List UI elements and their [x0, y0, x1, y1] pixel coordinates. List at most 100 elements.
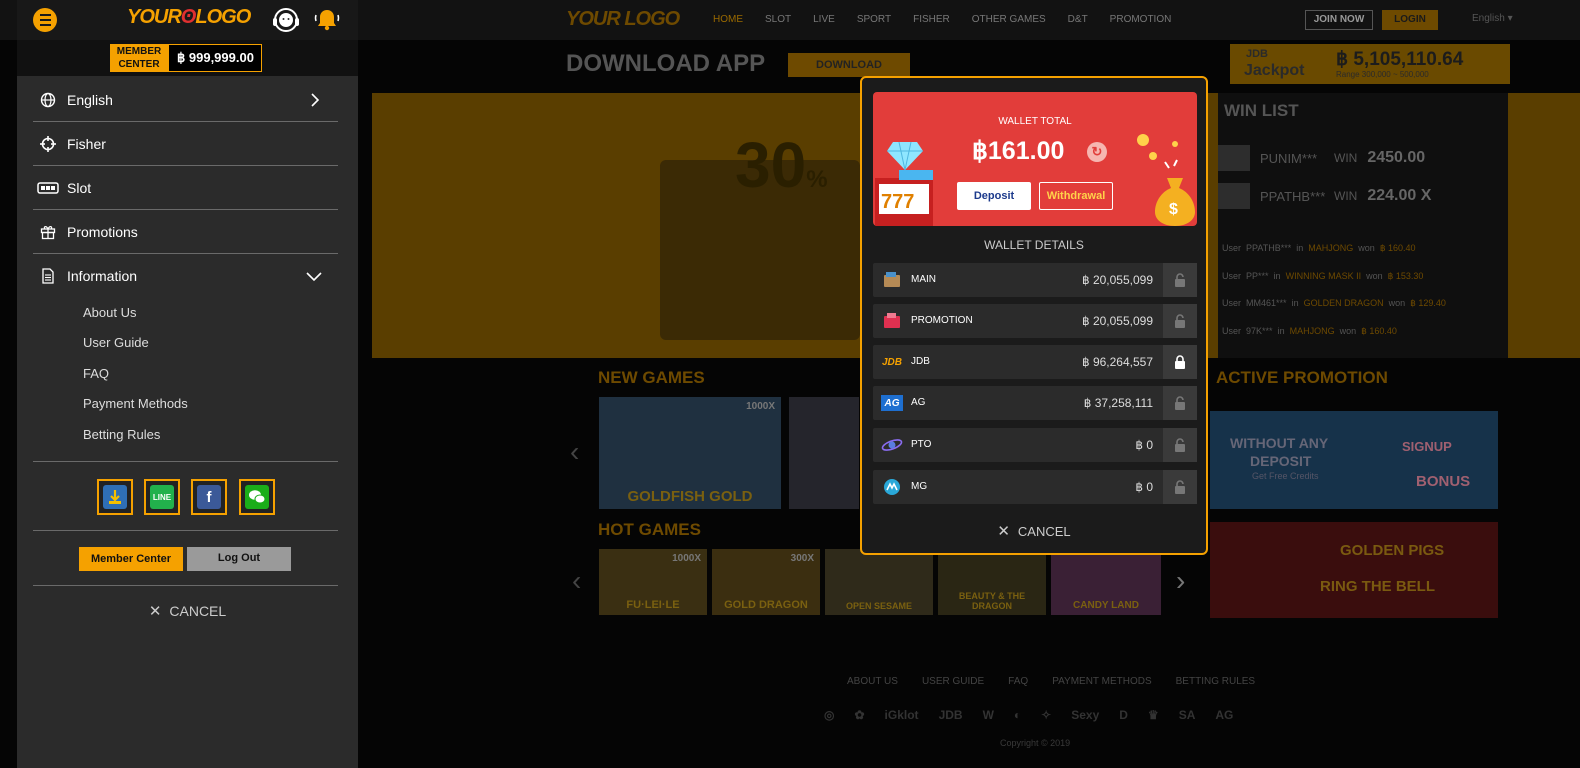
sub-item-payment-methods[interactable]: Payment Methods: [83, 396, 188, 411]
nav-dt[interactable]: D&T: [1068, 14, 1088, 25]
globe-icon: [39, 91, 57, 109]
win-feed-row: User MM461*** in GOLDEN DRAGON won ฿ 129…: [1222, 298, 1446, 308]
nav-home[interactable]: HOME: [713, 14, 743, 25]
win-value: 224.00 X: [1367, 187, 1432, 204]
wallet-row-name: PROMOTION: [911, 315, 973, 326]
footer-about-us[interactable]: ABOUT US: [847, 676, 898, 687]
site-nav: HOME SLOT LIVE SPORT FISHER OTHER GAMES …: [713, 14, 1171, 25]
wechat-social-button[interactable]: [239, 479, 275, 515]
withdrawal-button[interactable]: Withdrawal: [1039, 182, 1113, 210]
member-center-tag[interactable]: MEMBER CENTER: [110, 44, 168, 72]
join-now-button[interactable]: JOIN NOW: [1305, 10, 1373, 30]
side-drawer: YOURʘLOGO MEMBER CENTER ฿ 999,999.00 Eng…: [17, 0, 358, 768]
sub-item-betting-rules[interactable]: Betting Rules: [83, 427, 160, 442]
promo-card-signup[interactable]: WITHOUT ANY DEPOSIT Get Free Credits SIG…: [1210, 411, 1498, 509]
nav-other-games[interactable]: OTHER GAMES: [972, 14, 1046, 25]
site-logo[interactable]: YOUR LOGO: [566, 8, 680, 31]
drawer-item-label: English: [67, 91, 113, 108]
provider-logo: Sexy: [1071, 708, 1100, 722]
nav-slot[interactable]: SLOT: [765, 14, 791, 25]
unlock-icon[interactable]: [1163, 470, 1197, 504]
game-thumb-goldfish[interactable]: 1000X GOLDFISH GOLD: [599, 397, 781, 509]
jackpot-banner: JDB Jackpot ฿ 5,105,110.64 Range 300,000…: [1230, 44, 1510, 84]
game-thumbnail: [1218, 145, 1250, 171]
wallet-icon: [881, 271, 903, 289]
wallet-row-ag: AG AG ฿ 37,258,111: [873, 386, 1197, 420]
provider-logo: iGklot: [884, 708, 919, 722]
wallet-row-promotion: PROMOTION ฿ 20,055,099: [873, 304, 1197, 338]
drawer-item-fisher[interactable]: Fisher: [33, 122, 338, 166]
nav-live[interactable]: LIVE: [813, 14, 835, 25]
provider-logo: D: [1119, 708, 1128, 722]
facebook-social-button[interactable]: f: [191, 479, 227, 515]
wechat-icon: [245, 485, 269, 509]
divider: [33, 461, 338, 462]
line-social-button[interactable]: LINE: [144, 479, 180, 515]
drawer-logo[interactable]: YOURʘLOGO: [127, 6, 251, 29]
unlock-icon[interactable]: [1163, 428, 1197, 462]
footer-betting-rules[interactable]: BETTING RULES: [1176, 676, 1255, 687]
jackpot-range: Range 300,000 ~ 500,000: [1336, 70, 1429, 79]
footer-faq[interactable]: FAQ: [1008, 676, 1028, 687]
hot-games-title: HOT GAMES: [598, 520, 701, 539]
copyright: Copyright © 2019: [1000, 738, 1071, 748]
logout-button[interactable]: Log Out: [187, 547, 291, 571]
drawer-item-slot[interactable]: Slot: [33, 166, 338, 210]
unlock-icon[interactable]: [1163, 304, 1197, 338]
footer-links: ABOUT US USER GUIDE FAQ PAYMENT METHODS …: [847, 676, 1255, 687]
wallet-total-label: WALLET TOTAL: [998, 116, 1072, 127]
game-thumb-open-sesame[interactable]: OPEN SESAME: [825, 549, 933, 615]
win-list-row: PUNIM*** WIN 2450.00: [1218, 145, 1508, 171]
gift-icon: [39, 223, 57, 241]
drawer-item-label: Slot: [67, 179, 92, 196]
close-icon: ✕: [997, 523, 1010, 540]
chevron-right-icon[interactable]: ›: [1176, 565, 1185, 597]
game-thumb-fuleile[interactable]: 1000X FU·LEI·LE: [599, 549, 707, 615]
page-root: YOUR LOGO HOME SLOT LIVE SPORT FISHER OT…: [0, 0, 1580, 768]
language-select[interactable]: English ▾: [1472, 13, 1513, 24]
game-thumb-gold-dragon[interactable]: 300X GOLD DRAGON: [712, 549, 820, 615]
footer-user-guide[interactable]: USER GUIDE: [922, 676, 984, 687]
sub-item-user-guide[interactable]: User Guide: [83, 335, 149, 350]
game-thumb-beauty-dragon[interactable]: BEAUTY & THE DRAGON: [938, 549, 1046, 615]
provider-logo: ✿: [854, 708, 865, 722]
slot-machine-icon: [37, 179, 59, 197]
chevron-left-icon[interactable]: ‹: [570, 436, 579, 468]
download-app-social-button[interactable]: [97, 479, 133, 515]
menu-icon[interactable]: [33, 8, 57, 32]
provider-logo: JDB: [938, 708, 963, 722]
chevron-right-icon: [308, 92, 322, 107]
wallet-cancel-button[interactable]: ✕ CANCEL: [862, 522, 1206, 540]
promo-card-golden-pigs[interactable]: GOLDEN PIGS RING THE BELL: [1210, 522, 1498, 618]
download-button[interactable]: DOWNLOAD: [788, 53, 910, 77]
deposit-button[interactable]: Deposit: [957, 182, 1031, 210]
chevron-left-icon[interactable]: ‹: [572, 565, 581, 597]
login-button[interactable]: LOGIN: [1382, 10, 1438, 30]
win-user: PUNIM***: [1260, 150, 1318, 166]
win-list-row: PPATHB*** WIN 224.00 X: [1218, 183, 1508, 209]
unlock-icon[interactable]: [1163, 263, 1197, 297]
drawer-item-information[interactable]: Information: [33, 254, 338, 298]
footer-payment-methods[interactable]: PAYMENT METHODS: [1052, 676, 1151, 687]
sub-item-faq[interactable]: FAQ: [83, 366, 109, 381]
sub-item-about-us[interactable]: About Us: [83, 305, 136, 320]
facebook-icon: f: [197, 485, 221, 509]
nav-fisher[interactable]: FISHER: [913, 14, 950, 25]
customer-support-icon[interactable]: [271, 6, 301, 34]
nav-promotion[interactable]: PROMOTION: [1110, 14, 1172, 25]
notification-bell-icon[interactable]: [313, 6, 341, 34]
nav-sport[interactable]: SPORT: [857, 14, 891, 25]
member-center-button[interactable]: Member Center: [79, 547, 183, 571]
win-feed-row: User PP*** in WINNING MASK II won ฿ 153.…: [1222, 271, 1424, 281]
drawer-item-english[interactable]: English: [33, 78, 338, 122]
lock-icon[interactable]: [1163, 345, 1197, 379]
drawer-item-label: Fisher: [67, 135, 106, 152]
game-thumb-candy-land[interactable]: CANDY LAND: [1051, 549, 1161, 615]
wallet-details-title: WALLET DETAILS: [984, 238, 1084, 252]
drawer-cancel-button[interactable]: ✕ CANCEL: [17, 602, 358, 620]
wallet-row-amount: ฿ 0: [1135, 438, 1153, 452]
refresh-icon[interactable]: ↻: [1087, 142, 1107, 162]
drawer-item-promotions[interactable]: Promotions: [33, 210, 338, 254]
game-thumb-second[interactable]: [789, 397, 859, 509]
unlock-icon[interactable]: [1163, 386, 1197, 420]
